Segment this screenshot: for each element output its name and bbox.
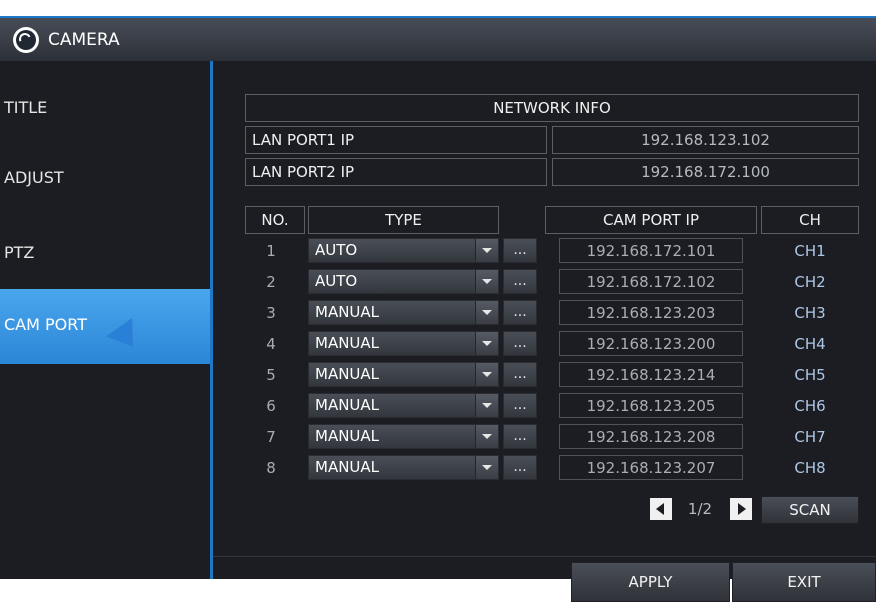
sidebar-item-ptz[interactable]: PTZ xyxy=(0,226,210,296)
footer-divider xyxy=(213,556,876,557)
header-ch: CH xyxy=(761,206,859,234)
channel-label: CH5 xyxy=(794,365,826,384)
sidebar-item-cam-port[interactable]: CAM PORT xyxy=(0,289,210,364)
row-number: 3 xyxy=(266,303,276,322)
type-select[interactable]: MANUAL xyxy=(308,393,499,418)
sidebar-item-label: TITLE xyxy=(4,98,48,117)
type-select[interactable]: MANUAL xyxy=(308,331,499,356)
more-options-button[interactable]: ... xyxy=(503,300,537,325)
header-cam-port-ip: CAM PORT IP xyxy=(545,206,757,234)
cam-port-ip-field[interactable]: 192.168.172.102 xyxy=(559,269,743,294)
chevron-down-icon xyxy=(475,394,498,417)
lan-port2-ip: 192.168.172.100 xyxy=(552,158,859,186)
chevron-down-icon xyxy=(475,363,498,386)
network-info-header: NETWORK INFO xyxy=(245,94,859,122)
cam-port-ip-field[interactable]: 192.168.123.208 xyxy=(559,424,743,449)
next-page-icon[interactable] xyxy=(730,498,752,520)
lan-port1-ip: 192.168.123.102 xyxy=(552,126,859,154)
sidebar-item-label: CAM PORT xyxy=(4,315,87,334)
window-title: CAMERA xyxy=(48,30,120,50)
cam-port-ip-field[interactable]: 192.168.123.200 xyxy=(559,331,743,356)
more-options-button[interactable]: ... xyxy=(503,455,537,480)
channel-label: CH7 xyxy=(794,427,826,446)
channel-label: CH3 xyxy=(794,303,826,322)
more-options-button[interactable]: ... xyxy=(503,331,537,356)
exit-button[interactable]: EXIT xyxy=(732,562,876,602)
lan-port2-label: LAN PORT2 IP xyxy=(245,158,547,186)
row-number: 7 xyxy=(266,427,276,446)
row-number: 2 xyxy=(266,272,276,291)
channel-label: CH2 xyxy=(794,272,826,291)
type-select-value: MANUAL xyxy=(315,365,380,383)
sidebar-item-label: PTZ xyxy=(4,243,35,262)
row-number: 8 xyxy=(266,458,276,477)
type-select[interactable]: MANUAL xyxy=(308,362,499,387)
more-options-button[interactable]: ... xyxy=(503,393,537,418)
cam-port-ip-field[interactable]: 192.168.123.203 xyxy=(559,300,743,325)
channel-label: CH8 xyxy=(794,458,826,477)
channel-label: CH1 xyxy=(794,241,826,260)
type-select[interactable]: AUTO xyxy=(308,269,499,294)
cam-port-ip-field[interactable]: 192.168.172.101 xyxy=(559,238,743,263)
more-options-button[interactable]: ... xyxy=(503,424,537,449)
type-select-value: MANUAL xyxy=(315,427,380,445)
type-select-value: MANUAL xyxy=(315,303,380,321)
more-options-button[interactable]: ... xyxy=(503,362,537,387)
cam-port-ip-field[interactable]: 192.168.123.207 xyxy=(559,455,743,480)
channel-label: CH6 xyxy=(794,396,826,415)
camera-window: CAMERA TITLE ADJUST PTZ CAM PORT NETWORK… xyxy=(0,16,876,602)
chevron-down-icon xyxy=(475,239,498,262)
chevron-down-icon xyxy=(475,425,498,448)
type-select[interactable]: MANUAL xyxy=(308,300,499,325)
more-options-button[interactable]: ... xyxy=(503,238,537,263)
row-number: 6 xyxy=(266,396,276,415)
chevron-down-icon xyxy=(475,270,498,293)
more-options-button[interactable]: ... xyxy=(503,269,537,294)
type-select-value: AUTO xyxy=(315,272,358,290)
type-select-value: MANUAL xyxy=(315,396,380,414)
type-select-value: AUTO xyxy=(315,241,358,259)
type-select[interactable]: MANUAL xyxy=(308,455,499,480)
cam-port-ip-field[interactable]: 192.168.123.205 xyxy=(559,393,743,418)
type-select[interactable]: AUTO xyxy=(308,238,499,263)
sidebar-item-adjust[interactable]: ADJUST xyxy=(0,151,210,221)
type-select-value: MANUAL xyxy=(315,334,380,352)
channel-label: CH4 xyxy=(794,334,826,353)
mouse-pointer-icon xyxy=(106,317,146,357)
swirl-logo-icon xyxy=(13,27,39,53)
row-number: 1 xyxy=(266,241,276,260)
row-number: 5 xyxy=(266,365,276,384)
header-type: TYPE xyxy=(308,206,499,234)
scan-button[interactable]: SCAN xyxy=(761,496,859,524)
type-select-value: MANUAL xyxy=(315,458,380,476)
sidebar: TITLE ADJUST PTZ CAM PORT xyxy=(0,61,210,579)
cam-port-panel: NETWORK INFO LAN PORT1 IP 192.168.123.10… xyxy=(213,61,876,602)
header-no: NO. xyxy=(245,206,305,234)
cam-port-ip-field[interactable]: 192.168.123.214 xyxy=(559,362,743,387)
chevron-down-icon xyxy=(475,301,498,324)
title-bar: CAMERA xyxy=(0,16,876,61)
row-number: 4 xyxy=(266,334,276,353)
type-select[interactable]: MANUAL xyxy=(308,424,499,449)
lan-port1-label: LAN PORT1 IP xyxy=(245,126,547,154)
page-indicator: 1/2 xyxy=(687,500,713,518)
chevron-down-icon xyxy=(475,332,498,355)
chevron-down-icon xyxy=(475,456,498,479)
apply-button[interactable]: APPLY xyxy=(571,562,730,602)
prev-page-icon[interactable] xyxy=(650,498,672,520)
sidebar-item-title[interactable]: TITLE xyxy=(0,61,210,131)
sidebar-item-label: ADJUST xyxy=(4,168,64,187)
